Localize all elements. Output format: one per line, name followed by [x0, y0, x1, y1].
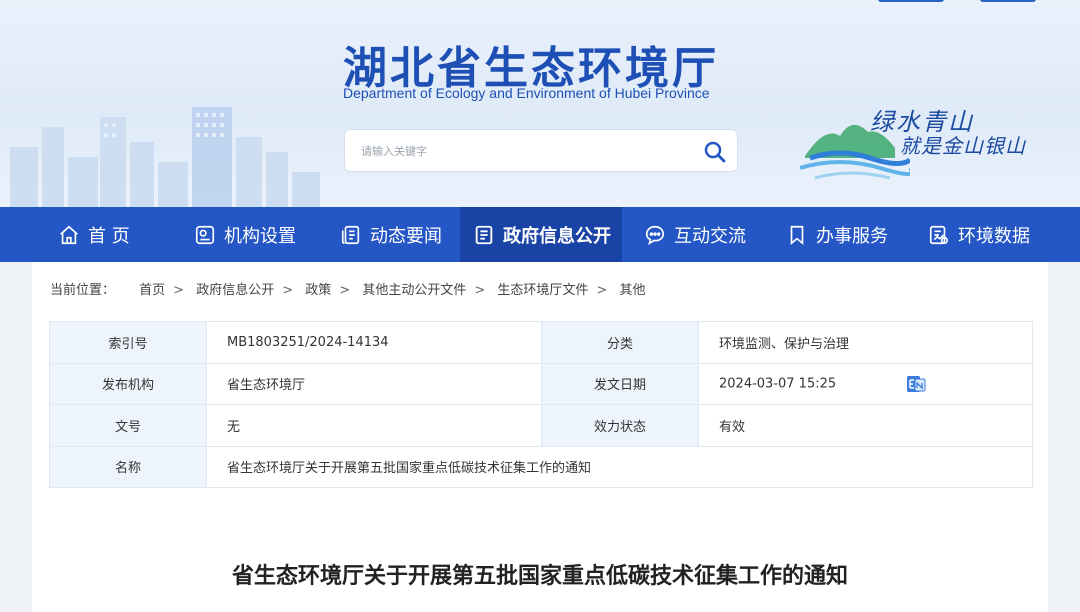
slogan-line-2: 就是金山银山	[900, 134, 1026, 158]
issuer-label: 发布机构	[49, 362, 207, 405]
status-value: 有效	[698, 404, 1033, 447]
category-label: 分类	[541, 321, 699, 364]
issuer-value: 省生态环境厅	[206, 362, 542, 405]
breadcrumb-separator: >	[173, 283, 185, 298]
docno-value: 无	[206, 404, 542, 447]
table-row: 名称 省生态环境厅关于开展第五批国家重点低碳技术征集工作的通知	[49, 445, 1033, 488]
table-row: 索引号 MB1803251/2024-14134 分类 环境监测、保护与治理	[49, 321, 1033, 364]
nav-label: 环境数据	[958, 225, 1030, 247]
breadcrumb-link[interactable]: 首页	[139, 283, 165, 298]
nav-item-service[interactable]: 办事服务	[786, 207, 888, 262]
chat-icon	[645, 225, 665, 245]
search-icon[interactable]	[703, 140, 727, 164]
date-value: 2024-03-07 15:25	[719, 376, 837, 392]
nav-item-org[interactable]: 机构设置	[194, 207, 296, 262]
status-label: 效力状态	[541, 404, 699, 447]
home-icon	[60, 225, 78, 244]
document-title: 省生态环境厅关于开展第五批国家重点低碳技术征集工作的通知	[231, 564, 848, 589]
nav-label: 政府信息公开	[503, 225, 611, 247]
name-value: 省生态环境厅关于开展第五批国家重点低碳技术征集工作的通知	[206, 445, 1033, 488]
nav-label: 动态要闻	[370, 225, 442, 247]
date-label: 发文日期	[541, 362, 699, 405]
breadcrumb-link[interactable]: 政府信息公开	[196, 283, 274, 298]
breadcrumb-link[interactable]: 其他主动公开文件	[362, 283, 466, 298]
breadcrumb: 当前位置： 首页 > 政府信息公开 > 政策 > 其他主动公开文件 > 生态环境厅文件 >…	[50, 279, 645, 298]
index-value: MB1803251/2024-14134	[206, 321, 542, 364]
breadcrumb-separator: >	[474, 283, 486, 298]
category-value: 环境监测、保护与治理	[698, 321, 1033, 364]
breadcrumb-separator: >	[282, 283, 294, 298]
news-icon	[341, 225, 360, 244]
search-box	[344, 129, 738, 172]
site-header: 湖北省生态环境厅 Department of Ecology and Envir…	[0, 0, 1080, 207]
content-card: 当前位置： 首页 > 政府信息公开 > 政策 > 其他主动公开文件 > 生态环境厅文件 >…	[32, 262, 1048, 612]
nav-label: 办事服务	[816, 225, 888, 247]
english-version-icon[interactable]	[906, 375, 926, 393]
document-meta-table: 索引号 MB1803251/2024-14134 分类 环境监测、保护与治理 发…	[49, 321, 1033, 488]
breadcrumb-separator: >	[596, 283, 608, 298]
org-icon	[195, 225, 215, 244]
city-skyline-image	[10, 107, 320, 207]
data-icon	[929, 225, 949, 244]
table-row: 发布机构 省生态环境厅 发文日期 2024-03-07 15:25	[49, 362, 1033, 405]
table-row: 文号 无 效力状态 有效	[49, 404, 1033, 447]
breadcrumb-link[interactable]: 政策	[305, 283, 331, 298]
top-link-button[interactable]	[980, 0, 1036, 2]
nav-label: 互动交流	[674, 225, 746, 247]
breadcrumb-separator: >	[339, 283, 351, 298]
breadcrumb-label: 当前位置：	[50, 283, 116, 298]
name-label: 名称	[49, 445, 207, 488]
breadcrumb-link[interactable]: 生态环境厅文件	[497, 283, 588, 298]
nav-item-home[interactable]: 首 页	[58, 207, 130, 262]
bookmark-icon	[790, 225, 804, 245]
breadcrumb-link[interactable]: 其他	[619, 283, 645, 298]
main-nav: 首 页 机构设置 动态要闻 政府信息公开 互动交流 办事服务 环境数据	[0, 207, 1080, 262]
site-subtitle: Department of Ecology and Environment of…	[343, 85, 710, 101]
nav-label: 首 页	[88, 225, 130, 247]
nav-item-gov-info[interactable]: 政府信息公开	[460, 207, 622, 262]
nav-item-interact[interactable]: 互动交流	[644, 207, 746, 262]
index-label: 索引号	[49, 321, 207, 364]
nav-item-env-data[interactable]: 环境数据	[928, 207, 1030, 262]
date-cell: 2024-03-07 15:25	[698, 362, 1033, 405]
top-link-button[interactable]	[878, 0, 944, 2]
nav-label: 机构设置	[224, 225, 296, 247]
search-input[interactable]	[361, 140, 691, 162]
doc-icon	[475, 225, 493, 244]
docno-label: 文号	[49, 404, 207, 447]
slogan-graphic: 绿水青山 就是金山银山	[800, 100, 1050, 190]
nav-item-news[interactable]: 动态要闻	[340, 207, 442, 262]
